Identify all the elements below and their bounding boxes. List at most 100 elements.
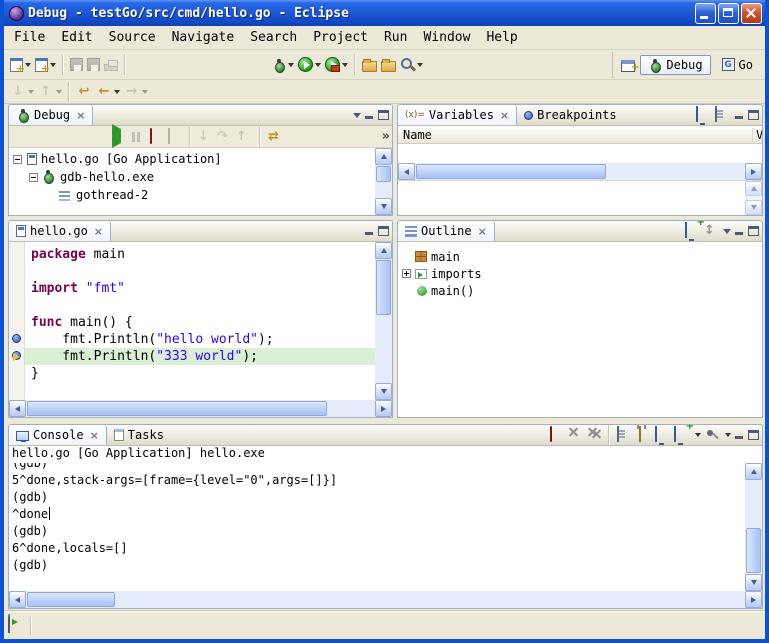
variables-details-pane[interactable]	[398, 180, 762, 215]
scroll-down-button[interactable]	[745, 200, 762, 215]
details-vertical-scrollbar[interactable]	[745, 181, 762, 215]
maximize-view-button[interactable]	[748, 226, 759, 236]
focus-button[interactable]	[685, 223, 701, 239]
menu-help[interactable]: Help	[478, 28, 525, 47]
last-edit-location-button[interactable]: ↩	[75, 83, 93, 101]
maximize-view-button[interactable]	[748, 110, 759, 120]
maximize-view-button[interactable]	[748, 430, 759, 440]
dropdown-arrow-icon[interactable]	[142, 90, 148, 97]
scroll-left-button[interactable]	[9, 400, 26, 417]
scrollbar-thumb[interactable]	[376, 166, 391, 182]
menu-run[interactable]: Run	[376, 28, 415, 47]
minimize-view-button[interactable]	[734, 430, 745, 440]
close-tab-icon[interactable]: ×	[90, 429, 99, 442]
tab-editor-hello-go[interactable]: hello.go ×	[9, 221, 111, 241]
titlebar[interactable]: Debug - testGo/src/cmd/hello.go - Eclips…	[4, 0, 765, 26]
tab-outline[interactable]: Outline ×	[398, 221, 495, 241]
perspective-debug-button[interactable]: Debug	[640, 55, 710, 75]
step-into-button[interactable]: ↓	[198, 129, 214, 145]
menu-edit[interactable]: Edit	[53, 28, 100, 47]
terminate-button[interactable]	[147, 129, 163, 145]
scroll-right-button[interactable]	[375, 400, 392, 417]
debug-tree-item[interactable]: hello.go [Go Application]	[9, 150, 375, 168]
previous-annotation-button[interactable]: ↑	[37, 83, 63, 101]
save-button[interactable]	[69, 57, 84, 72]
tab-debug[interactable]: Debug ×	[9, 105, 93, 125]
dropdown-arrow-icon[interactable]	[25, 63, 31, 70]
new-wizard-button[interactable]	[9, 57, 32, 73]
menu-search[interactable]: Search	[242, 28, 305, 47]
minimize-view-button[interactable]	[734, 226, 745, 236]
tab-variables[interactable]: (x)= Variables ×	[398, 105, 517, 125]
view-menu-icon[interactable]	[723, 229, 731, 238]
dropdown-arrow-icon[interactable]	[114, 90, 120, 97]
scrollbar-thumb[interactable]	[376, 260, 391, 315]
scroll-up-button[interactable]	[375, 148, 392, 165]
display-selected-console-button[interactable]	[655, 427, 671, 443]
tab-tasks[interactable]: Tasks	[107, 425, 171, 445]
console-vertical-scrollbar[interactable]	[745, 463, 762, 591]
code-line[interactable]: }	[25, 365, 375, 382]
tab-breakpoints[interactable]: Breakpoints	[517, 105, 623, 125]
column-value[interactable]: V	[752, 128, 762, 142]
console-output[interactable]: (gdb)5^done,stack-args=[frame={level="0"…	[9, 463, 745, 591]
column-name[interactable]: Name	[398, 128, 752, 142]
debug-tree-item[interactable]: gothread-2	[9, 186, 375, 204]
minimize-view-button[interactable]	[734, 110, 745, 120]
back-button[interactable]: ←	[95, 83, 121, 101]
scroll-right-button[interactable]	[745, 591, 762, 608]
dropdown-arrow-icon[interactable]	[417, 63, 423, 70]
step-return-button[interactable]: ↑	[236, 129, 252, 145]
scrollbar-thumb[interactable]	[746, 528, 761, 573]
maximize-view-button[interactable]	[378, 226, 389, 236]
scroll-down-button[interactable]	[375, 198, 392, 215]
resume-button[interactable]	[109, 129, 125, 145]
pin-console-button[interactable]	[704, 427, 720, 443]
scroll-up-button[interactable]	[375, 242, 392, 259]
minimize-view-button[interactable]	[364, 110, 375, 120]
sort-button[interactable]: ↕	[704, 223, 720, 239]
close-tab-icon[interactable]: ×	[500, 109, 509, 122]
remove-all-launches-button[interactable]	[585, 427, 601, 443]
tree-expander-icon[interactable]	[13, 155, 22, 164]
scrollbar-thumb[interactable]	[27, 592, 115, 607]
outline-item[interactable]: main()	[398, 282, 762, 299]
scrollbar-thumb[interactable]	[416, 164, 606, 179]
remove-launch-button[interactable]	[566, 427, 582, 443]
toolbar-overflow-chevron[interactable]: »	[382, 129, 390, 144]
perspective-go-button[interactable]: GGo	[714, 55, 761, 75]
terminate-console-button[interactable]	[547, 427, 563, 443]
window-minimize-button[interactable]	[695, 3, 716, 24]
show-type-names-button[interactable]	[696, 107, 712, 123]
dropdown-arrow-icon[interactable]	[342, 63, 348, 70]
fast-view-button[interactable]	[8, 618, 24, 634]
scroll-left-button[interactable]	[9, 591, 26, 608]
external-tools-button[interactable]	[324, 56, 349, 73]
variables-tree-empty[interactable]	[398, 144, 762, 163]
outline-item[interactable]: main	[398, 248, 762, 265]
close-tab-icon[interactable]: ×	[76, 109, 85, 122]
tree-expander-icon[interactable]	[402, 269, 411, 278]
use-step-filters-button[interactable]: ⇄	[268, 129, 284, 145]
code-line[interactable]: fmt.Println("333 world");	[25, 348, 375, 365]
open-element-button[interactable]	[361, 57, 378, 73]
step-over-button[interactable]: ↷	[217, 129, 233, 145]
editor-vertical-scrollbar[interactable]	[375, 242, 392, 400]
code-line[interactable]: package main	[25, 246, 375, 263]
view-menu-icon[interactable]	[353, 113, 361, 122]
scroll-left-button[interactable]	[398, 163, 415, 180]
save-all-button[interactable]	[86, 57, 101, 72]
disconnect-button[interactable]	[166, 129, 182, 145]
new-menu-button[interactable]	[34, 57, 57, 73]
code-line[interactable]: import "fmt"	[25, 280, 375, 297]
open-resource-button[interactable]	[380, 57, 397, 73]
code-line[interactable]	[25, 297, 375, 314]
dropdown-arrow-icon[interactable]	[28, 90, 34, 97]
minimize-view-button[interactable]	[364, 226, 375, 236]
code-line[interactable]: func main() {	[25, 314, 375, 331]
open-perspective-button[interactable]	[620, 57, 636, 73]
dropdown-arrow-icon[interactable]	[725, 433, 731, 440]
editor-horizontal-scrollbar[interactable]	[9, 400, 392, 417]
scroll-up-button[interactable]	[745, 181, 762, 196]
dropdown-arrow-icon[interactable]	[315, 63, 321, 70]
